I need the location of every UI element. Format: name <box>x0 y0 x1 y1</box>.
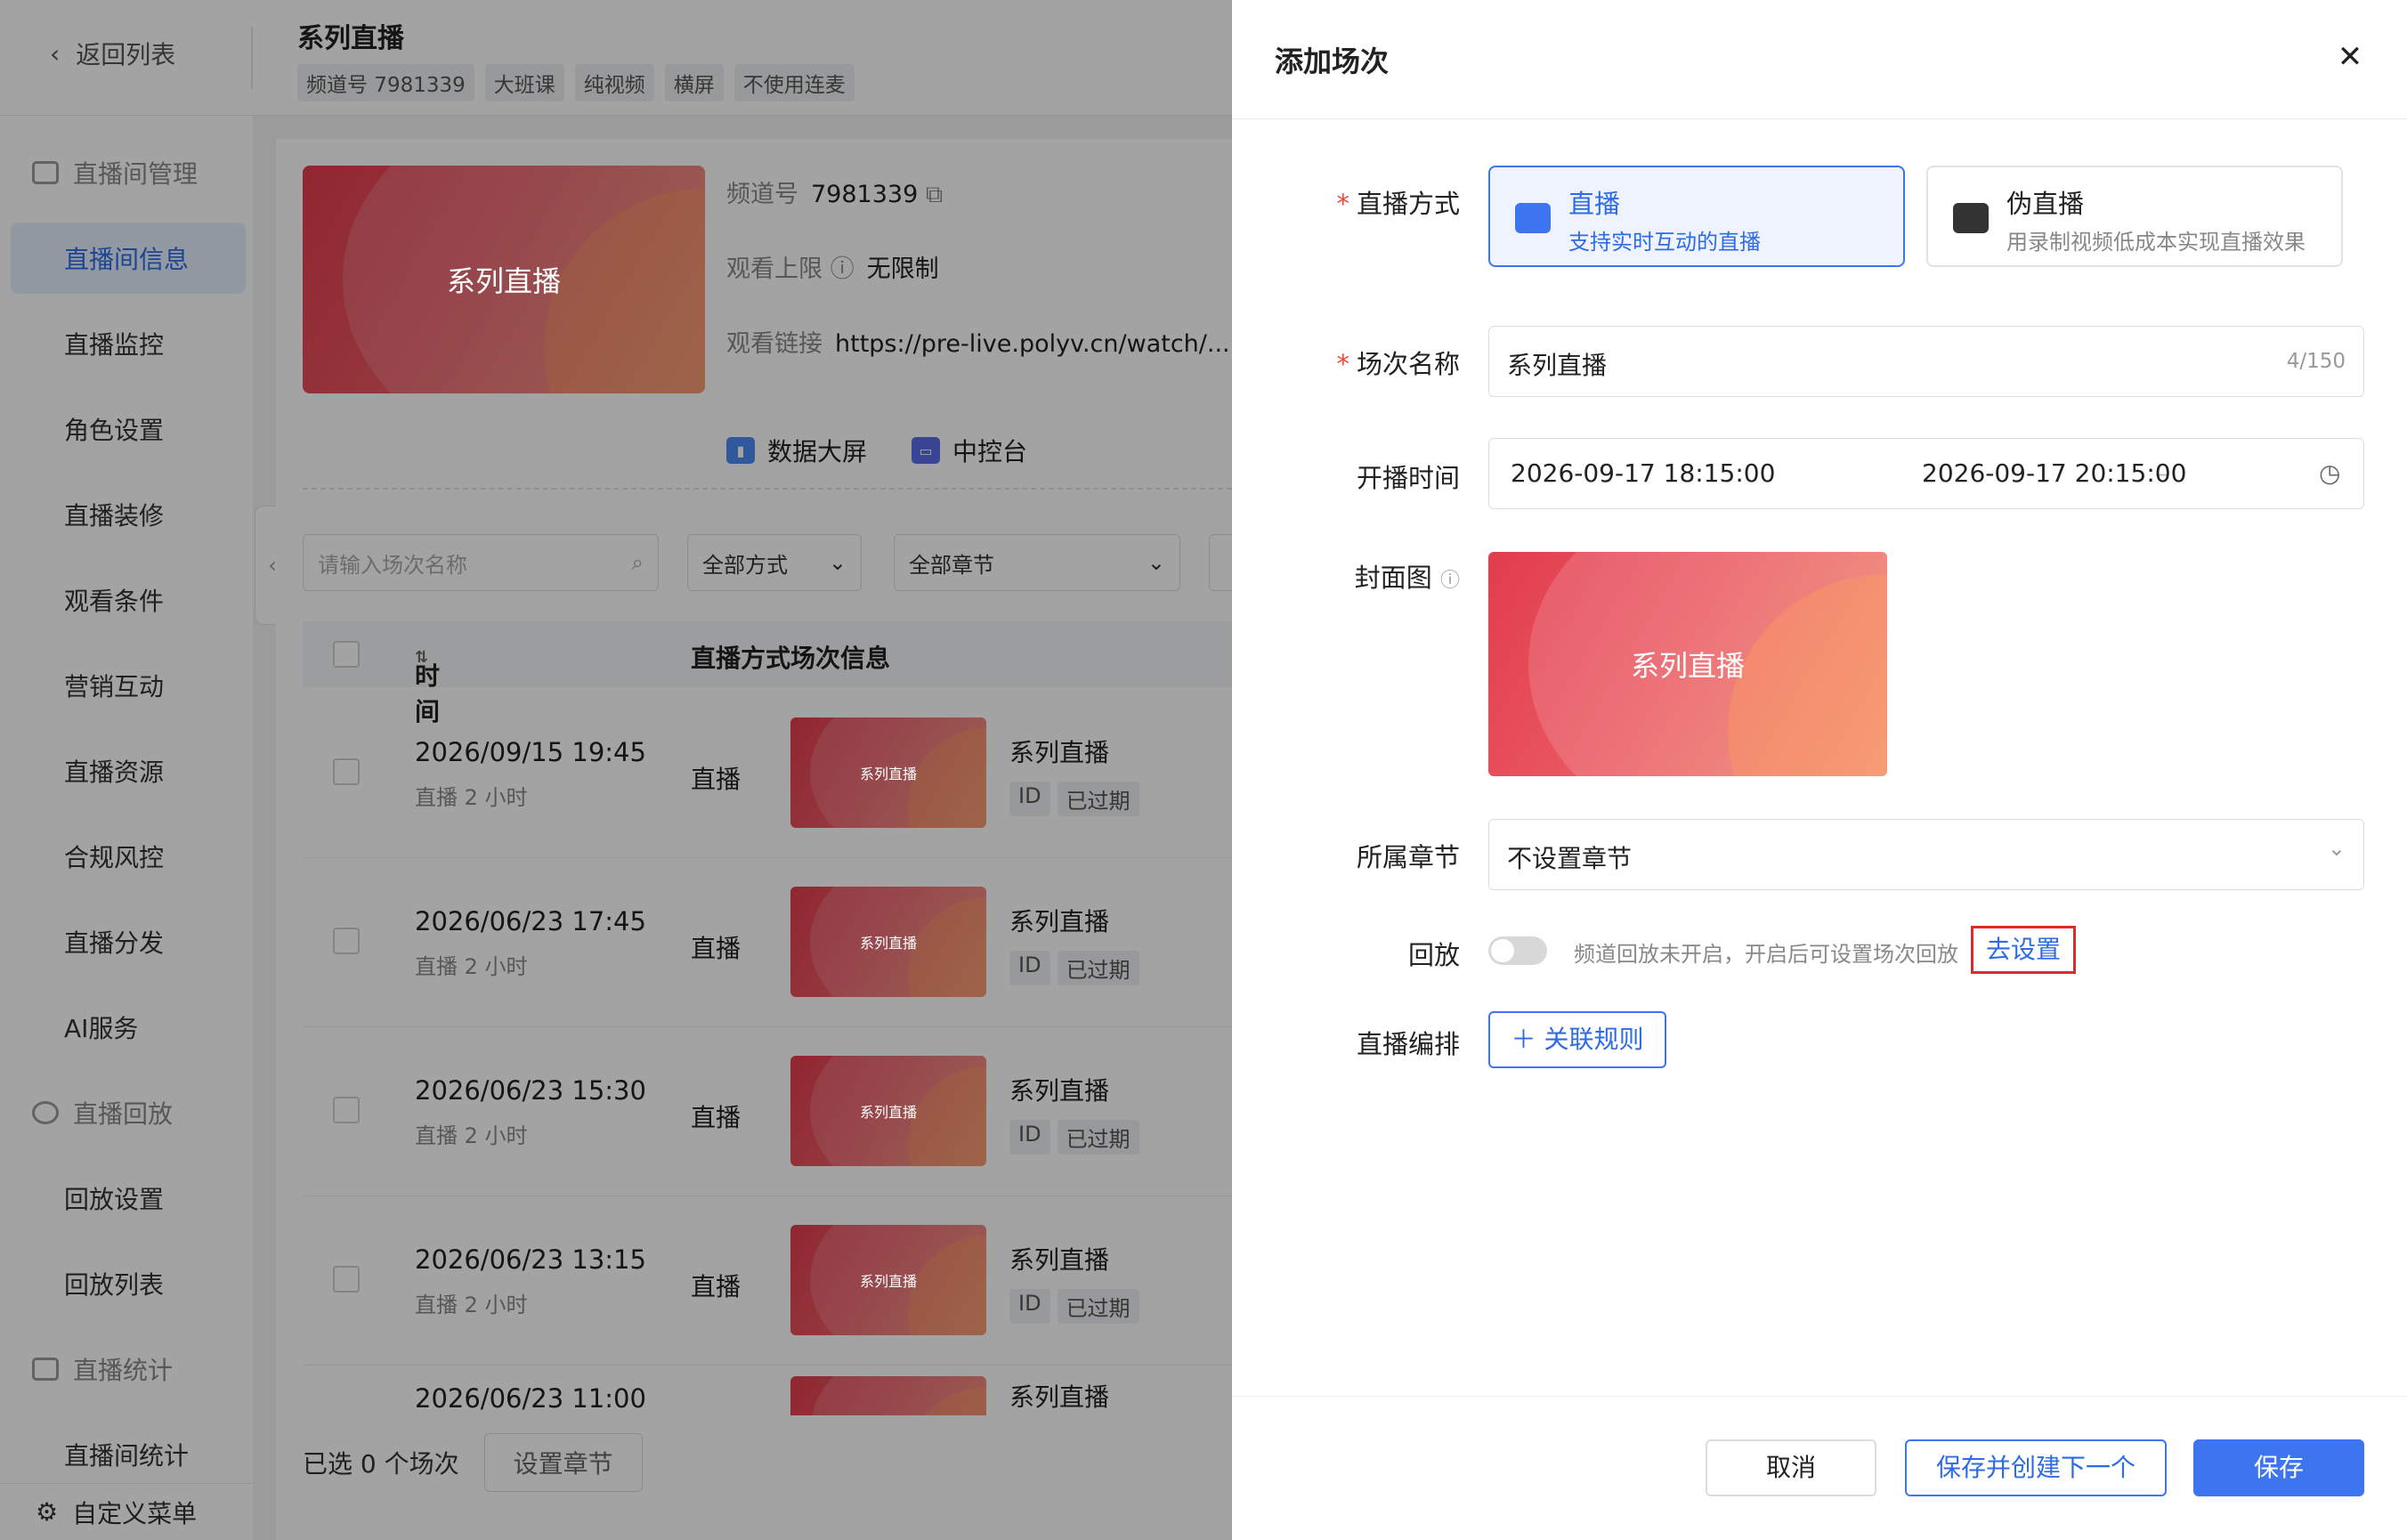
add-session-drawer: 添加场次 ✕ * 直播方式 直播 支持实时互动的直播 伪直播 用录制视频低成本实现… <box>1232 0 2407 1540</box>
char-counter: 4/150 <box>2286 350 2346 373</box>
start-time-range-picker[interactable]: 2026-09-17 18:15:00 – 2026-09-17 20:15:0… <box>1488 438 2364 509</box>
save-and-next-button[interactable]: 保存并创建下一个 <box>1905 1439 2167 1496</box>
mode-card-live[interactable]: 直播 支持实时互动的直播 <box>1488 166 1905 267</box>
time-label: 开播时间 <box>1356 463 1460 493</box>
start-time-value[interactable]: 2026-09-17 18:15:00 <box>1511 458 1775 488</box>
live-tv-icon <box>1515 203 1551 233</box>
close-icon[interactable]: ✕ <box>2332 39 2368 75</box>
cover-label: 封面图 ⓘ <box>1354 563 1460 593</box>
end-time-value[interactable]: 2026-09-17 20:15:00 <box>1922 458 2186 488</box>
replay-label: 回放 <box>1407 940 1460 970</box>
drawer-footer: 取消 保存并创建下一个 保存 <box>1232 1396 2407 1540</box>
chapter-label: 所属章节 <box>1356 842 1460 872</box>
cancel-button[interactable]: 取消 <box>1706 1439 1876 1496</box>
mode-label: * 直播方式 <box>1336 189 1460 219</box>
session-name-input[interactable]: 系列直播 4/150 <box>1488 326 2364 397</box>
required-mark: * <box>1336 349 1349 379</box>
save-button[interactable]: 保存 <box>2193 1439 2364 1496</box>
mode-card-pseudo[interactable]: 伪直播 用录制视频低成本实现直播效果 <box>1926 166 2343 267</box>
help-icon[interactable]: ⓘ <box>1440 570 1460 592</box>
drawer-title: 添加场次 <box>1275 45 1390 78</box>
cover-image-upload[interactable]: 系列直播 <box>1488 552 1887 776</box>
modal-overlay[interactable] <box>0 0 1232 1540</box>
name-label: * 场次名称 <box>1336 349 1460 379</box>
replay-hint: 频道回放未开启，开启后可设置场次回放 <box>1574 942 1958 967</box>
cover-caption: 系列直播 <box>446 264 561 298</box>
chevron-down-icon: ⌄ <box>2327 836 2346 861</box>
link-rule-button[interactable]: ＋ 关联规则 <box>1488 1011 1666 1068</box>
schedule-label: 直播编排 <box>1356 1029 1460 1059</box>
clock-icon: ◷ <box>2319 458 2341 488</box>
drawer-header: 添加场次 ✕ <box>1232 0 2407 119</box>
video-camera-icon <box>1953 203 1989 233</box>
replay-toggle[interactable] <box>1488 936 1547 965</box>
chapter-select[interactable]: 不设置章节 ⌄ <box>1488 819 2364 890</box>
required-mark: * <box>1336 189 1349 219</box>
go-settings-link[interactable]: 去设置 <box>1971 926 2076 974</box>
